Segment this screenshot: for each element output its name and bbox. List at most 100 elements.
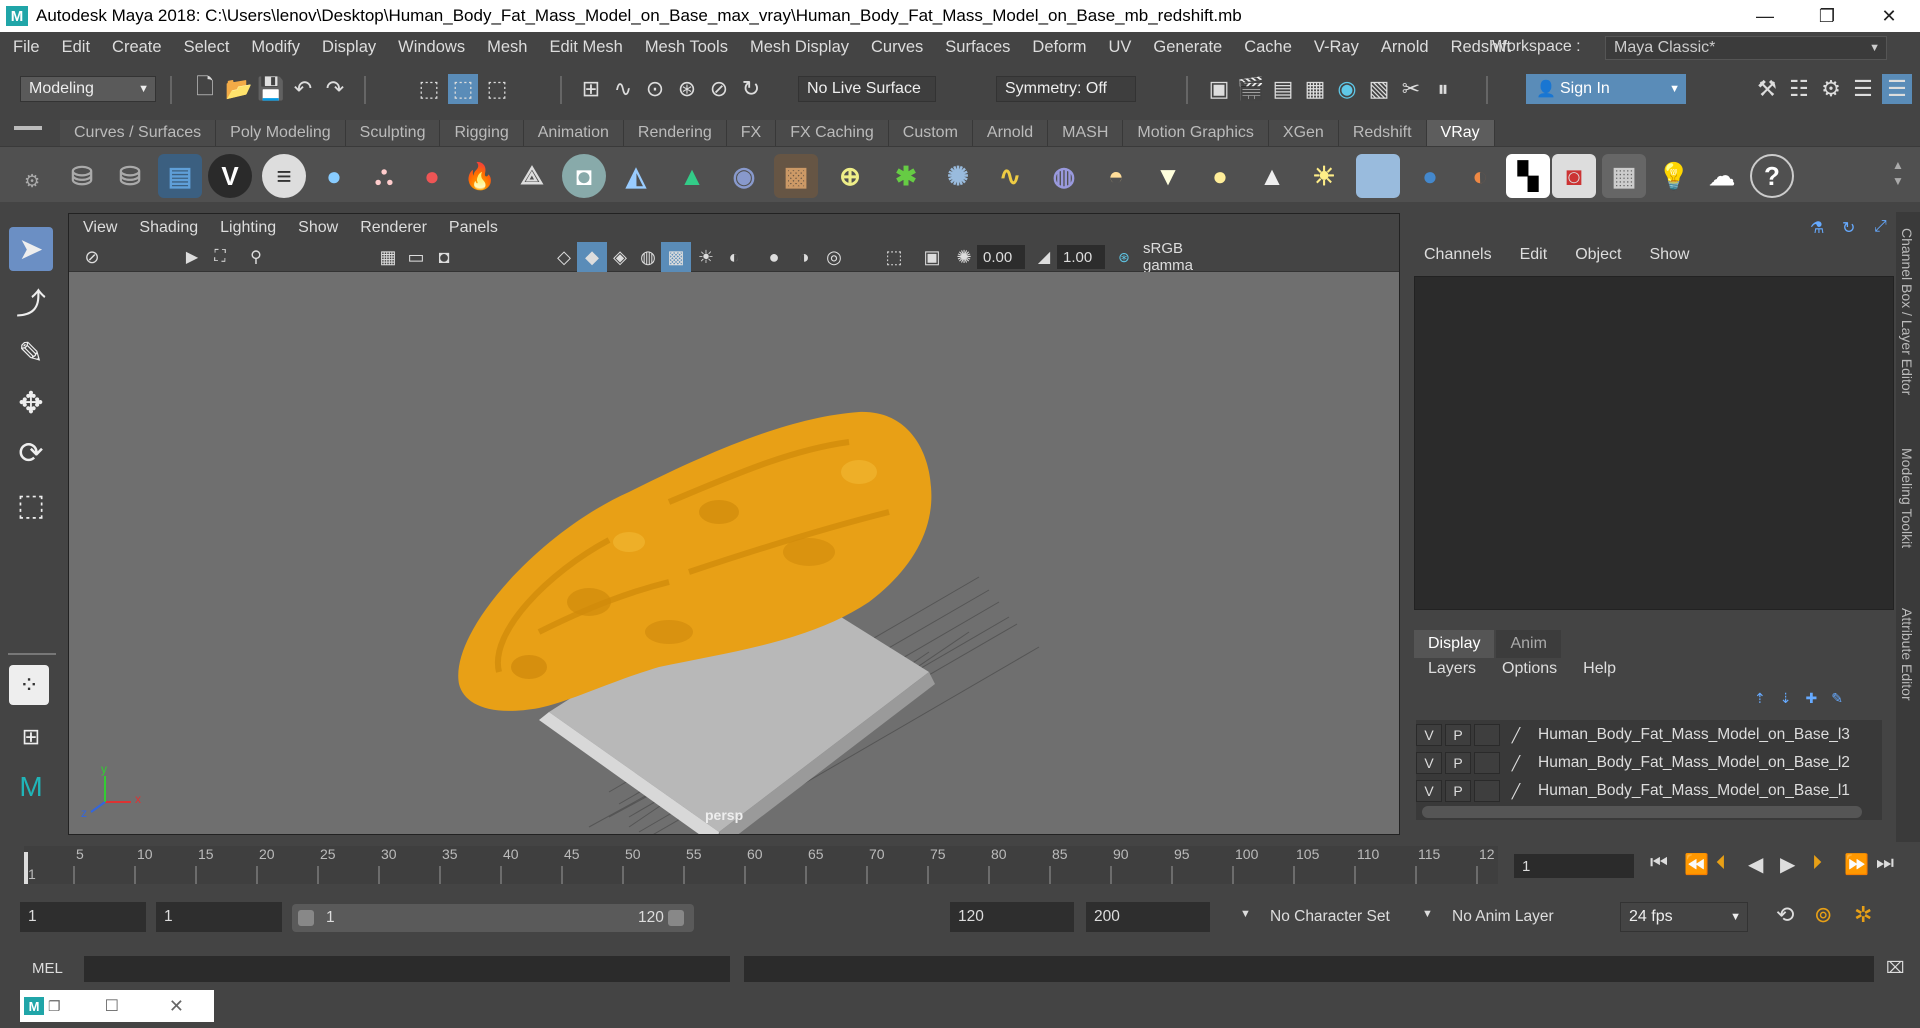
layer-type-toggle[interactable] (1474, 752, 1500, 774)
exposure-field[interactable]: 0.00 (977, 245, 1025, 269)
menu-display[interactable]: Display (322, 38, 376, 57)
shelf-menu-icon[interactable] (14, 126, 42, 130)
tab-channel-box-layer-editor[interactable]: Channel Box / Layer Editor (1899, 228, 1915, 395)
anim-prefs-icon[interactable]: ✲ (1854, 902, 1872, 928)
vray-rect-light-icon[interactable] (1356, 154, 1400, 198)
timeline-ruler[interactable]: 1 5 10 15 20 25 30 35 40 45 50 55 60 65 … (23, 846, 1498, 884)
layer-color-icon[interactable]: ╱ (1503, 752, 1529, 774)
redo-icon[interactable]: ↷ (320, 74, 350, 104)
xray-joints-icon[interactable]: ▣ (917, 242, 947, 272)
snap-grid-icon[interactable]: ⊞ (576, 74, 606, 104)
close-icon[interactable]: ✕ (169, 996, 184, 1017)
tab-anim[interactable]: Anim (1496, 630, 1561, 658)
viewport-menu-view[interactable]: View (83, 219, 117, 237)
menu-modify[interactable]: Modify (251, 38, 300, 57)
minimized-window[interactable]: M ❐ ☐ ✕ (20, 990, 214, 1022)
shelf-tab-rendering[interactable]: Rendering (623, 120, 727, 146)
vray-ipr-icon[interactable]: ⛁ (108, 154, 152, 198)
vray-mesh-light-icon[interactable]: ◉ (722, 154, 766, 198)
pause-icon[interactable]: ⏸ (1428, 74, 1458, 104)
tab-display[interactable]: Display (1414, 630, 1495, 658)
menu-mesh[interactable]: Mesh (487, 38, 527, 57)
character-set-label[interactable]: No Character Set (1270, 908, 1390, 926)
sign-in-button[interactable]: 👤 Sign In ▼ (1526, 74, 1686, 104)
workspace-dropdown[interactable]: Maya Classic* ▼ (1605, 36, 1887, 60)
outliner-icon[interactable]: ☰ (1848, 74, 1878, 104)
menu-mesh-tools[interactable]: Mesh Tools (645, 38, 728, 57)
menu-arnold[interactable]: Arnold (1381, 38, 1429, 57)
viewport-menu-lighting[interactable]: Lighting (220, 219, 276, 237)
grid-icon[interactable]: ▦ (373, 242, 403, 272)
vray-logo-icon[interactable]: V (208, 154, 252, 198)
shelf-tab-motion-graphics[interactable]: Motion Graphics (1123, 120, 1269, 146)
render-settings-icon[interactable]: ▦ (1300, 74, 1330, 104)
smooth-shade-icon[interactable]: ◆ (577, 242, 607, 272)
single-view-icon[interactable]: ⁘ (9, 665, 49, 705)
layer-playback-toggle[interactable]: P (1445, 780, 1471, 802)
color-space-label[interactable]: sRGB gamma (1137, 240, 1225, 274)
channel-edit-menu[interactable]: Edit (1520, 246, 1548, 264)
vray-scatter-icon[interactable]: ✺ (936, 154, 980, 198)
select-hierarchy-icon[interactable]: ⬚ (414, 74, 444, 104)
vray-fur-icon[interactable]: ◭ (614, 154, 658, 198)
vray-help-icon[interactable]: ? (1750, 154, 1794, 198)
auto-key-icon[interactable]: ⊚ (1814, 902, 1832, 928)
vray-vfb-icon[interactable]: ◙ (1552, 154, 1596, 198)
animation-end-field[interactable]: 200 (1086, 902, 1210, 932)
restore-icon[interactable]: ❐ (48, 998, 61, 1015)
film-gate-icon[interactable]: ▭ (401, 242, 431, 272)
snap-surface-icon[interactable]: ⊘ (704, 74, 734, 104)
maya-m-icon[interactable]: M (9, 765, 53, 809)
layer-action-icons[interactable]: ⇡⇣✚✎ (1754, 690, 1857, 707)
go-to-end-icon[interactable]: ⏭ (1876, 852, 1894, 875)
shelf-tab-animation[interactable]: Animation (523, 120, 624, 146)
live-surface-field[interactable]: No Live Surface (798, 76, 936, 102)
modeling-toolkit-icon[interactable]: ⚒ (1752, 74, 1782, 104)
snap-projected-icon[interactable]: ⊛ (672, 74, 702, 104)
shelf-tab-vray[interactable]: VRay (1426, 120, 1495, 146)
resolution-gate-icon[interactable]: ◘ (429, 242, 459, 272)
viewport-canvas[interactable]: x y z persp (69, 272, 1399, 863)
command-input[interactable] (84, 956, 730, 982)
camera-attributes-icon[interactable]: ▶ (177, 242, 207, 272)
gamma-icon[interactable]: ◢ (1029, 242, 1059, 272)
select-tool-icon[interactable]: ➤ (9, 227, 53, 271)
current-frame-field[interactable]: 1 (1514, 854, 1634, 878)
vray-options-icon[interactable]: ≡ (262, 154, 306, 198)
vray-checker-icon[interactable]: ▚ (1506, 154, 1550, 198)
vray-proxy-icon[interactable]: ◘ (562, 154, 606, 198)
go-to-start-icon[interactable]: ⏮ (1650, 852, 1668, 875)
layer-scrollbar[interactable] (1422, 806, 1862, 818)
select-object-icon[interactable]: ⬚ (448, 74, 478, 104)
undo-icon[interactable]: ↶ (288, 74, 318, 104)
bookmark-icon[interactable]: ⛶ (205, 242, 235, 272)
vray-bulb-icon[interactable]: 💡 (1652, 154, 1696, 198)
layer-visibility-toggle[interactable]: V (1416, 780, 1442, 802)
render-setup-icon[interactable]: ✂ (1396, 74, 1426, 104)
color-management-icon[interactable]: ⊛ (1109, 242, 1139, 272)
vray-dome-icon[interactable]: ⊕ (828, 154, 872, 198)
ambient-occlusion-icon[interactable]: ● (759, 242, 789, 272)
layer-row[interactable]: V P ╱ Human_Body_Fat_Mass_Model_on_Base_… (1416, 750, 1874, 776)
options-menu[interactable]: Options (1502, 660, 1557, 678)
open-scene-icon[interactable]: 📂 (224, 74, 254, 104)
layer-row[interactable]: V P ╱ Human_Body_Fat_Mass_Model_on_Base_… (1416, 722, 1874, 748)
vray-ies-light-icon[interactable]: ▲ (1250, 154, 1294, 198)
motion-blur-icon[interactable]: ◑ (789, 242, 819, 272)
render-view-icon[interactable]: ▧ (1364, 74, 1394, 104)
shelf-tab-custom[interactable]: Custom (888, 120, 973, 146)
channel-box-refresh-icon[interactable]: ↻ (1842, 218, 1855, 238)
layer-color-icon[interactable]: ╱ (1503, 780, 1529, 802)
paint-select-tool-icon[interactable]: ✎ (9, 331, 53, 375)
vray-frame-buffer-icon[interactable]: ▤ (158, 154, 202, 198)
shelf-tab-mash[interactable]: MASH (1048, 120, 1124, 146)
ipr-render-icon[interactable]: ▤ (1268, 74, 1298, 104)
vray-curve-icon[interactable]: ∿ (988, 154, 1032, 198)
channel-box-pin-icon[interactable]: ⤢ (1874, 218, 1887, 236)
play-forwards-icon[interactable]: ▶ (1780, 852, 1795, 877)
maximize-button[interactable]: ❐ (1796, 0, 1858, 32)
chevron-down-icon[interactable]: ▼ (1240, 908, 1251, 920)
maximize-icon[interactable]: ☐ (105, 996, 119, 1016)
shelf-tab-curves-surfaces[interactable]: Curves / Surfaces (60, 120, 217, 146)
vray-displacement-icon[interactable]: ▲ (670, 154, 714, 198)
